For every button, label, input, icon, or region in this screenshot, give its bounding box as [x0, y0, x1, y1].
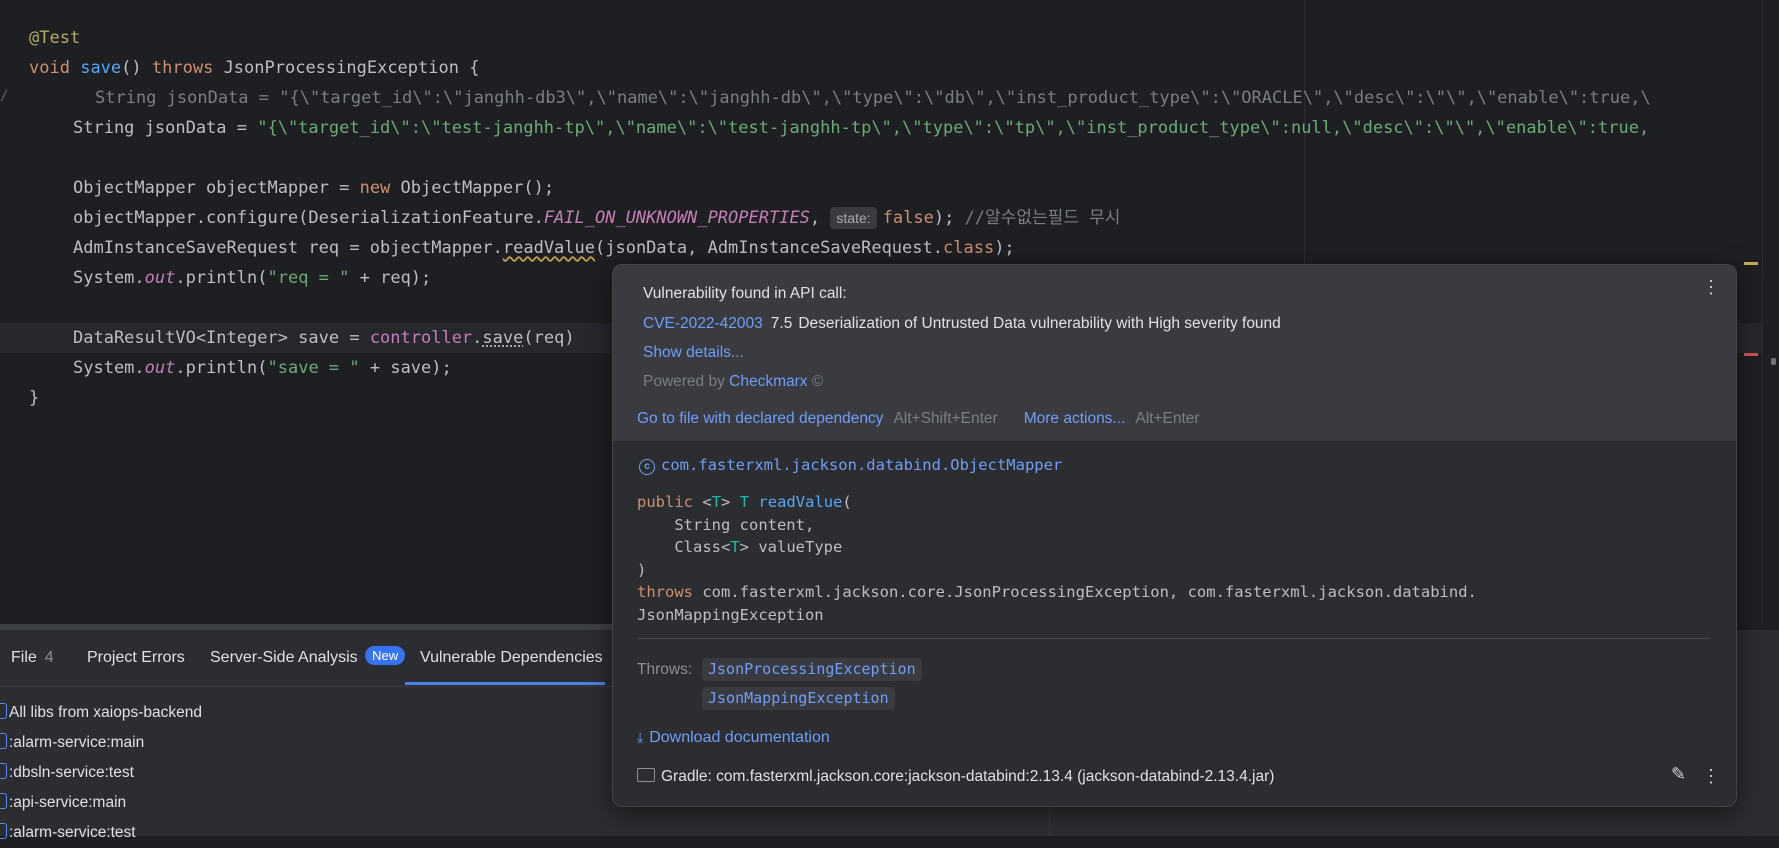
- tree-item-all-libs[interactable]: All libs from xaiops-backend: [0, 698, 202, 728]
- class-reference[interactable]: c com.fasterxml.jackson.databind.ObjectMa…: [639, 456, 1062, 475]
- gutter-comment-marker: /: [0, 88, 9, 104]
- error-stripe-marker[interactable]: [1744, 353, 1758, 356]
- scroll-thumb[interactable]: [1771, 358, 1776, 365]
- checkmarx-link[interactable]: Checkmarx: [729, 373, 807, 390]
- read-value-call[interactable]: readValue: [503, 238, 595, 258]
- code-line-method-signature: void save() throws JsonProcessingExcepti…: [29, 58, 480, 78]
- code-line-read-value: AdmInstanceSaveRequest req = objectMappe…: [73, 238, 1015, 258]
- tree-item-dbsln-test[interactable]: :dbsln-service:test: [0, 758, 134, 788]
- code-line-println-save: System.out.println("save = " + save);: [73, 358, 452, 378]
- tree-item-alarm-test[interactable]: :alarm-service:test: [0, 818, 136, 848]
- tab-vulnerable-dependencies[interactable]: Vulnerable Dependencies: [420, 630, 603, 686]
- tab-project-errors[interactable]: Project Errors: [87, 630, 185, 686]
- more-actions-shortcut: Alt+Enter: [1135, 410, 1200, 427]
- new-badge: New: [365, 646, 406, 665]
- class-icon: c: [639, 459, 655, 475]
- download-documentation-link[interactable]: ⤓ Download documentation: [637, 729, 830, 747]
- cvss-score: 7.5: [770, 315, 793, 332]
- code-line-save: DataResultVO<Integer> save = controller.…: [73, 328, 575, 348]
- cve-description: Deserialization of Untrusted Data vulner…: [798, 315, 1281, 332]
- throws-chip-json-mapping[interactable]: JsonMappingException: [702, 687, 895, 710]
- code-line-annotation: @Test: [29, 28, 81, 48]
- method-signature: public <T> T readValue( String content, …: [637, 493, 1477, 624]
- module-icon: [0, 793, 7, 809]
- download-icon: ⤓: [637, 729, 644, 745]
- tabs-divider: [0, 686, 620, 687]
- module-icon: [0, 703, 7, 719]
- vulnerability-section: Vulnerability found in API call: ⋮ CVE-2…: [613, 265, 1736, 441]
- throws-chip-json-processing[interactable]: JsonProcessingException: [702, 658, 922, 681]
- vulnerability-title: Vulnerability found in API call:: [643, 285, 847, 302]
- module-icon: [0, 763, 7, 779]
- code-line-configure: objectMapper.configure(DeserializationFe…: [73, 207, 1121, 229]
- cve-link[interactable]: CVE-2022-42003: [643, 315, 763, 332]
- code-line-println-req: System.out.println("req = " + req);: [73, 268, 432, 288]
- code-line-commented-json: String jsonData = "{\"target_id\":\"jang…: [95, 88, 1651, 108]
- show-details-link[interactable]: Show details...: [643, 344, 744, 362]
- module-icon: [0, 733, 7, 749]
- throws-label: Throws:: [637, 661, 693, 678]
- powered-by: Powered by Checkmarx ©: [643, 373, 824, 390]
- tab-file[interactable]: File 4: [11, 630, 54, 686]
- editor-scrollbar-gutter[interactable]: [1762, 0, 1779, 624]
- vulnerability-quick-doc-popup: Vulnerability found in API call: ⋮ CVE-2…: [612, 264, 1737, 807]
- go-to-file-shortcut: Alt+Shift+Enter: [893, 410, 998, 427]
- doc-separator: [637, 638, 1710, 639]
- edit-source-icon[interactable]: ✎: [1671, 764, 1686, 785]
- gradle-library: Gradle: com.fasterxml.jackson.core:jacks…: [637, 768, 1274, 786]
- code-line-json-data: String jsonData = "{\"target_id\":\"test…: [73, 118, 1650, 138]
- library-folder-icon: [637, 768, 655, 782]
- tab-server-side-analysis[interactable]: Server-Side Analysis New: [210, 630, 406, 686]
- tree-item-api-main[interactable]: :api-service:main: [0, 788, 126, 818]
- tree-item-alarm-main[interactable]: :alarm-service:main: [0, 728, 144, 758]
- warning-stripe-marker[interactable]: [1744, 262, 1758, 265]
- cve-row: CVE-2022-42003 7.5 Deserialization of Untr…: [643, 315, 1281, 333]
- code-line-close-brace: }: [29, 388, 40, 408]
- more-actions-link[interactable]: More actions...: [1024, 410, 1126, 427]
- module-icon: [0, 823, 7, 839]
- go-to-file-link[interactable]: Go to file with declared dependency: [637, 410, 883, 427]
- active-tab-indicator: [405, 682, 605, 685]
- more-options-icon[interactable]: ⋮: [1702, 277, 1720, 298]
- doc-options-icon[interactable]: ⋮: [1702, 766, 1720, 787]
- code-line-object-mapper: ObjectMapper objectMapper = new ObjectMa…: [73, 178, 555, 198]
- popup-actions: Go to file with declared dependency Alt+S…: [637, 410, 1200, 428]
- tool-window-tabs: File 4 Project Errors Server-Side Analysi…: [0, 630, 620, 686]
- parameter-hint: state:: [830, 207, 877, 229]
